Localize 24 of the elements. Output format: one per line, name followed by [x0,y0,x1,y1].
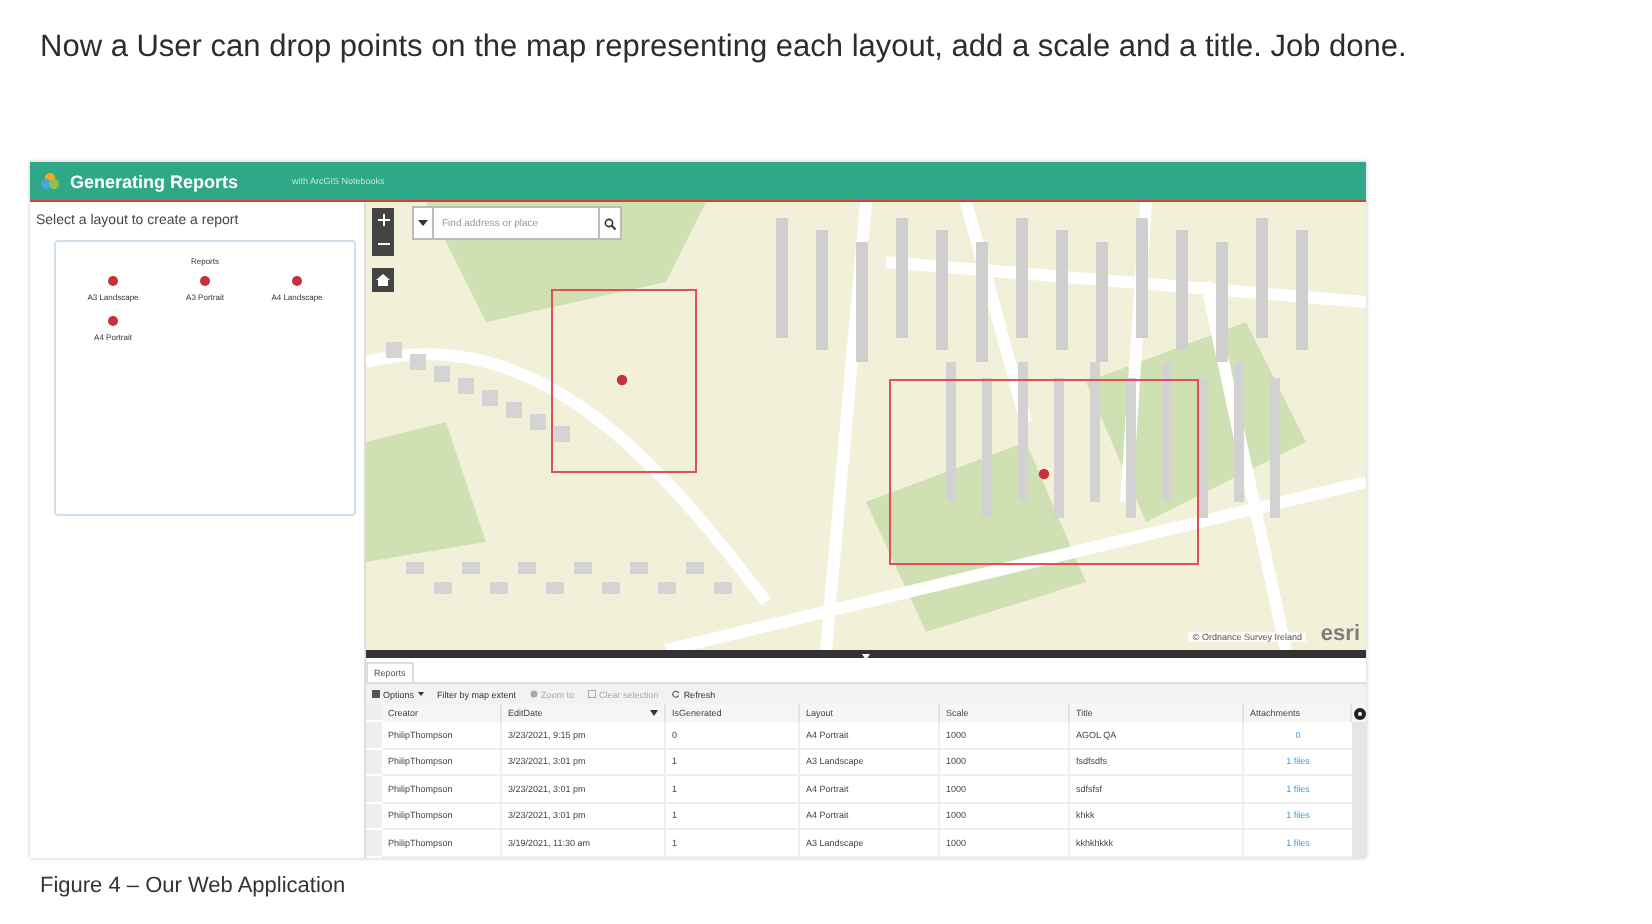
map-point-marker [1038,468,1050,480]
sort-caret-icon [650,710,658,716]
source-dropdown-button[interactable] [412,206,434,240]
caret-icon [417,692,424,696]
settings-icon[interactable] [1353,707,1365,719]
clear-selection-icon [588,690,597,698]
minus-icon [377,242,389,246]
map-point-marker [616,374,628,386]
intro-paragraph: Now a User can drop points on the map representing each layout, add a scale and a title. Job done. [40,30,1409,66]
pin-icon [530,690,539,698]
caret-icon [418,220,428,226]
grid-icon [372,690,380,698]
app-title: Generating Reports [70,171,239,191]
home-icon [376,274,390,286]
plus-icon [377,214,389,226]
figure-caption: Figure 4 – Our Web Application [40,873,348,897]
home-button[interactable] [372,268,394,292]
zoom-out-button[interactable] [372,232,394,256]
refresh-icon [672,690,681,698]
zoom-in-button[interactable] [372,208,394,232]
search-button[interactable] [598,206,622,240]
search-icon [604,217,616,229]
app-logo-icon [40,172,60,190]
map-logo: esri [1320,622,1360,646]
